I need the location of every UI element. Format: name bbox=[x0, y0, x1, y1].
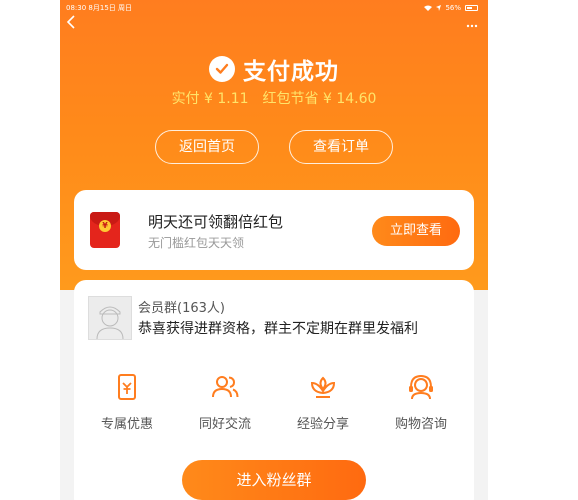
view-now-button[interactable]: 立即查看 bbox=[372, 216, 460, 246]
benefit-community[interactable]: 同好交流 bbox=[185, 372, 265, 436]
benefit-experience-sharing[interactable]: 经验分享 bbox=[283, 372, 363, 436]
person-icon bbox=[89, 297, 131, 340]
wifi-icon bbox=[424, 5, 433, 11]
status-date: 8月15日 周日 bbox=[88, 4, 133, 12]
status-time: 08:30 bbox=[66, 4, 87, 12]
success-row: 支付成功 bbox=[60, 52, 488, 86]
chevron-left-icon bbox=[66, 15, 75, 29]
users-icon bbox=[212, 376, 239, 398]
check-circle-icon bbox=[209, 56, 235, 82]
coupon-icon bbox=[118, 374, 136, 400]
home-button[interactable]: 返回首页 bbox=[155, 130, 259, 164]
red-packet-promo-card: ¥ 明天还可领翻倍红包 无门槛红包天天领 立即查看 bbox=[74, 190, 474, 270]
group-message: 恭喜获得进群资格，群主不定期在群里发福利 bbox=[138, 321, 418, 337]
paid-amount: 实付 ¥ 1.11 bbox=[171, 91, 249, 107]
status-bar: 08:30 8月15日 周日 56% bbox=[64, 2, 482, 14]
group-name: 会员群(163人) bbox=[138, 301, 225, 316]
promo-subtitle: 无门槛红包天天领 bbox=[148, 236, 245, 250]
benefit-label: 同好交流 bbox=[198, 417, 251, 432]
benefit-label: 经验分享 bbox=[296, 417, 349, 432]
promo-title: 明天还可领翻倍红包 bbox=[148, 213, 284, 231]
group-avatar bbox=[88, 296, 132, 340]
page-title: 支付成功 bbox=[243, 59, 339, 85]
join-fan-group-button[interactable]: 进入粉丝群 bbox=[182, 460, 366, 500]
benefit-shopping-consultation[interactable]: 购物咨询 bbox=[381, 372, 461, 436]
benefit-label: 专属优惠 bbox=[100, 417, 153, 432]
more-dots-icon bbox=[466, 24, 478, 28]
payment-summary: 实付 ¥ 1.11 红包节省 ¥ 14.60 bbox=[60, 88, 488, 110]
saved-amount: 红包节省 ¥ 14.60 bbox=[262, 91, 377, 107]
header-actions: 返回首页 查看订单 bbox=[60, 130, 488, 164]
location-icon bbox=[436, 5, 442, 11]
view-order-button[interactable]: 查看订单 bbox=[289, 130, 393, 164]
benefit-label: 购物咨询 bbox=[394, 417, 447, 432]
more-button[interactable] bbox=[462, 14, 482, 34]
red-packet-icon: ¥ bbox=[90, 212, 120, 248]
battery-percent: 56% bbox=[445, 4, 461, 12]
group-benefits: 专属优惠 同好交流 经验分享 购物咨询 bbox=[74, 372, 474, 436]
app-screen: 08:30 8月15日 周日 56% 支付成功 实付 ¥ 1.11 红包节省 ¥… bbox=[60, 0, 488, 500]
headset-icon bbox=[409, 374, 433, 400]
lotus-icon bbox=[310, 376, 336, 398]
coin-icon: ¥ bbox=[99, 220, 111, 232]
member-group-card: 会员群(163人) 恭喜获得进群资格，群主不定期在群里发福利 专属优惠 同好交流 bbox=[74, 280, 474, 500]
benefit-exclusive-deals[interactable]: 专属优惠 bbox=[87, 372, 167, 436]
back-button[interactable] bbox=[66, 14, 86, 34]
battery-icon bbox=[465, 5, 478, 11]
